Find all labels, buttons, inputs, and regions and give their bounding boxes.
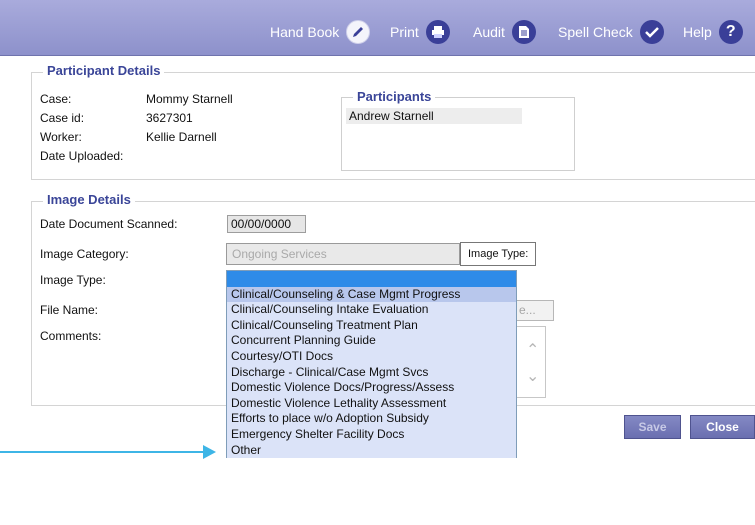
case-label: Case: <box>40 92 72 106</box>
dropdown-option[interactable]: Domestic Violence Docs/Progress/Assess <box>227 380 516 396</box>
participant-name: Andrew Starnell <box>349 109 434 123</box>
date-scanned-label: Date Document Scanned: <box>40 217 178 231</box>
worker-value: Kellie Darnell <box>146 130 217 144</box>
browse-button[interactable]: e... <box>514 300 554 321</box>
help-label: Help <box>683 24 712 40</box>
dropdown-option-other[interactable]: Other <box>227 442 516 459</box>
help-button[interactable]: Help ? <box>683 20 743 44</box>
audit-button[interactable]: Audit <box>473 20 536 44</box>
save-button[interactable]: Save <box>624 415 681 439</box>
print-label: Print <box>390 24 419 40</box>
scroll-up-icon[interactable]: ⌃ <box>526 340 539 360</box>
document-icon <box>511 20 536 44</box>
handbook-button[interactable]: Hand Book <box>270 20 371 44</box>
image-category-select[interactable]: Ongoing Services <box>226 243 460 265</box>
callout-arrow-line <box>0 451 206 453</box>
participants-list: Andrew Starnell <box>341 97 575 171</box>
printer-icon <box>425 20 450 44</box>
scroll-down-icon[interactable]: ⌄ <box>526 366 539 386</box>
case-id-label: Case id: <box>40 111 85 125</box>
spell-check-icon <box>639 20 664 44</box>
audit-label: Audit <box>473 24 505 40</box>
spell-check-button[interactable]: Spell Check <box>558 20 664 44</box>
pencil-icon <box>346 20 371 44</box>
dropdown-option[interactable]: Clinical/Counseling Treatment Plan <box>227 317 516 334</box>
toolbar: Hand Book Print Audit Spell Check Help ? <box>0 0 755 56</box>
participants-legend: Participants <box>353 89 436 104</box>
worker-label: Worker: <box>40 130 82 144</box>
image-type-dropdown[interactable]: Clinical/Counseling & Case Mgmt Progress… <box>226 270 517 459</box>
dropdown-option[interactable]: Clinical/Counseling & Case Mgmt Progress <box>227 286 516 303</box>
handbook-label: Hand Book <box>270 24 340 40</box>
file-name-label: File Name: <box>40 303 99 317</box>
dropdown-option[interactable]: Clinical/Counseling Intake Evaluation <box>227 302 516 318</box>
comments-label: Comments: <box>40 329 102 343</box>
dropdown-option[interactable]: Concurrent Planning Guide <box>227 333 516 349</box>
print-button[interactable]: Print <box>390 20 450 44</box>
help-icon: ? <box>718 20 743 44</box>
participant-details-legend: Participant Details <box>43 63 165 78</box>
case-value: Mommy Starnell <box>146 92 233 106</box>
image-details-legend: Image Details <box>43 192 135 207</box>
dropdown-option-blank[interactable] <box>227 271 516 287</box>
close-button[interactable]: Close <box>690 415 755 439</box>
callout-arrow-icon <box>203 445 216 459</box>
image-type-label: Image Type: <box>40 273 106 287</box>
spell-check-label: Spell Check <box>558 24 633 40</box>
case-id-value: 3627301 <box>146 111 193 125</box>
image-category-label: Image Category: <box>40 247 129 261</box>
dropdown-option[interactable]: Courtesy/OTI Docs <box>227 348 516 365</box>
dropdown-option[interactable]: Domestic Violence Lethality Assessment <box>227 395 516 412</box>
dropdown-option[interactable]: Efforts to place w/o Adoption Subsidy <box>227 411 516 427</box>
dropdown-option[interactable]: Emergency Shelter Facility Docs <box>227 426 516 443</box>
date-scanned-field[interactable]: 00/00/0000 <box>227 215 306 233</box>
date-uploaded-label: Date Uploaded: <box>40 149 124 163</box>
image-type-tooltip: Image Type: <box>460 242 537 266</box>
dropdown-option[interactable]: Discharge - Clinical/Case Mgmt Svcs <box>227 364 516 381</box>
